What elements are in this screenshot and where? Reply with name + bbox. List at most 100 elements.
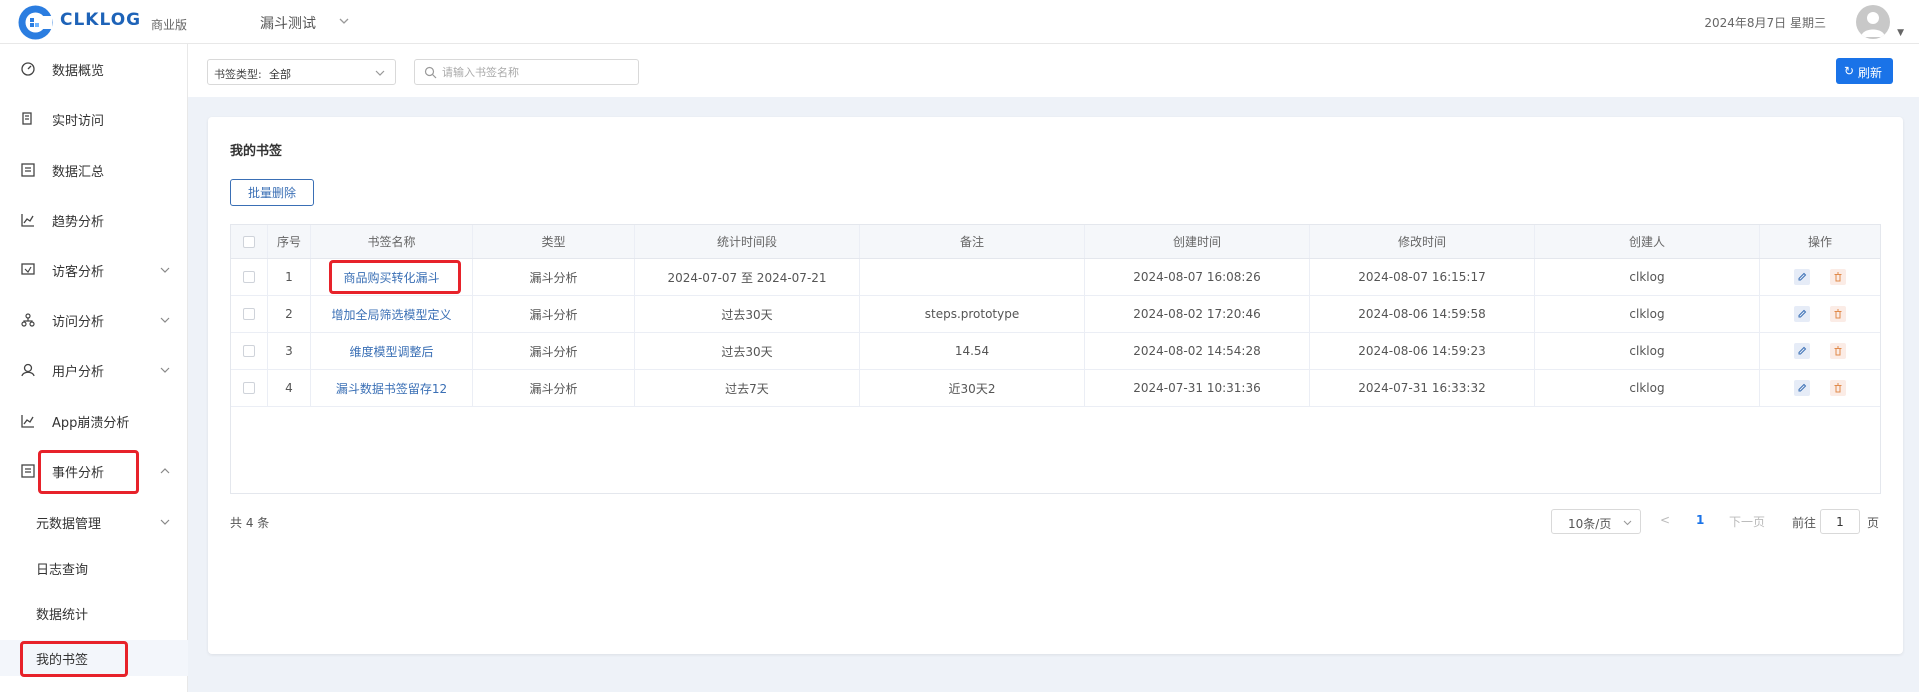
row-checkbox[interactable] <box>243 382 255 394</box>
delete-icon[interactable] <box>1830 269 1846 285</box>
next-page-button[interactable]: 下一页 <box>1729 513 1765 530</box>
event-icon <box>21 464 35 478</box>
trend-icon <box>21 214 34 227</box>
sidebar-item-label: 用户分析 <box>52 365 105 380</box>
delete-icon[interactable] <box>1830 380 1846 396</box>
refresh-icon: ↻ <box>1844 64 1855 78</box>
goto-page-input[interactable] <box>1820 509 1860 534</box>
row-checkbox[interactable] <box>243 308 255 320</box>
edit-icon[interactable] <box>1794 306 1810 322</box>
created-at: 2024-08-02 14:54:28 <box>1085 333 1310 369</box>
crash-icon <box>21 415 34 428</box>
edit-icon[interactable] <box>1794 343 1810 359</box>
edit-icon[interactable] <box>1794 269 1810 285</box>
avatar-caret-icon[interactable]: ▼ <box>1897 28 1904 38</box>
col-header: 修改时间 <box>1310 225 1535 258</box>
user-avatar-icon <box>1861 12 1885 37</box>
remark: 近30天2 <box>860 370 1085 406</box>
batch-delete-button[interactable]: 批量删除 <box>230 179 314 206</box>
clklog-logo-icon <box>18 5 53 40</box>
remark: steps.prototype <box>860 296 1085 332</box>
select-all-checkbox[interactable] <box>243 235 255 248</box>
row-actions <box>1760 296 1880 332</box>
sidebar-item-user[interactable]: 用户分析 <box>0 350 188 390</box>
sidebar-sub-item-label: 我的书签 <box>36 653 89 668</box>
bookmark-type-select[interactable]: 书签类型: 全部 <box>207 59 396 85</box>
creator: clklog <box>1535 259 1760 295</box>
row-select-cell <box>231 333 268 369</box>
project-selector[interactable]: 漏斗测试 <box>260 13 316 33</box>
chevron-down-icon[interactable] <box>338 16 350 26</box>
table-row: 4 漏斗数据书签留存12 漏斗分析 过去7天 近30天2 2024-07-31 … <box>231 370 1880 407</box>
col-header: 序号 <box>268 225 311 258</box>
time-range: 2024-07-07 至 2024-07-21 <box>635 259 860 295</box>
chevron-down-icon <box>160 317 170 323</box>
chevron-down-icon <box>160 519 170 525</box>
bookmark-search[interactable] <box>414 59 639 85</box>
sidebar-item-app-crash[interactable]: App崩溃分析 <box>0 401 188 441</box>
total-count: 共 4 条 <box>230 516 270 530</box>
goto-label: 前往 <box>1792 516 1817 530</box>
row-actions <box>1760 259 1880 295</box>
refresh-label: 刷新 <box>1858 66 1883 80</box>
table-header: 序号 书签名称 类型 统计时间段 备注 创建时间 修改时间 创建人 操作 <box>231 225 1880 259</box>
bookmark-name-link[interactable]: 漏斗数据书签留存12 <box>311 370 473 406</box>
time-range: 过去7天 <box>635 370 860 406</box>
creator: clklog <box>1535 296 1760 332</box>
dashboard-icon <box>21 62 35 76</box>
row-checkbox[interactable] <box>243 345 255 357</box>
current-date: 2024年8月7日 星期三 <box>1704 16 1826 30</box>
sidebar-item-trend[interactable]: 趋势分析 <box>0 200 188 240</box>
chevron-down-icon <box>160 367 170 373</box>
bookmark-name-link[interactable]: 商品购买转化漏斗 <box>311 259 473 295</box>
page-size-select[interactable]: 10条/页 <box>1551 509 1641 534</box>
delete-icon[interactable] <box>1830 306 1846 322</box>
bookmark-name-link[interactable]: 增加全局筛选模型定义 <box>311 296 473 332</box>
visit-icon <box>21 313 35 327</box>
row-checkbox[interactable] <box>243 271 255 283</box>
prev-page-button[interactable]: < <box>1660 513 1670 527</box>
sidebar-sub-item-label: 数据统计 <box>36 608 89 623</box>
col-header: 类型 <box>473 225 635 258</box>
sidebar-sub-item-my-bookmarks[interactable]: 我的书签 <box>0 640 188 676</box>
edit-icon[interactable] <box>1794 380 1810 396</box>
refresh-button[interactable]: ↻ 刷新 <box>1836 58 1893 84</box>
chevron-down-icon <box>160 267 170 273</box>
modified-at: 2024-08-06 14:59:23 <box>1310 333 1535 369</box>
sidebar-item-visit[interactable]: 访问分析 <box>0 300 188 340</box>
sidebar-item-label: 趋势分析 <box>52 215 105 230</box>
sidebar-item-event[interactable]: 事件分析 <box>0 451 188 491</box>
sidebar-item-visitor[interactable]: 访客分析 <box>0 250 188 290</box>
col-header: 统计时间段 <box>635 225 860 258</box>
page-number-current[interactable]: 1 <box>1696 513 1704 527</box>
table-row: 2 增加全局筛选模型定义 漏斗分析 过去30天 steps.prototype … <box>231 296 1880 333</box>
search-input[interactable] <box>442 63 632 81</box>
bookmark-card: 我的书签 批量删除 序号 书签名称 类型 统计时间段 备注 创建时间 修改时间 … <box>208 117 1903 654</box>
sidebar-item-summary[interactable]: 数据汇总 <box>0 150 188 190</box>
sidebar-item-label: 数据概览 <box>52 64 105 79</box>
col-header: 操作 <box>1807 235 1832 249</box>
sidebar-sub-item-label: 元数据管理 <box>36 517 102 532</box>
avatar[interactable] <box>1856 5 1890 39</box>
sidebar-item-realtime[interactable]: 实时访问 <box>0 99 188 139</box>
bookmark-type: 漏斗分析 <box>473 296 635 332</box>
sidebar-item-label: 访客分析 <box>52 265 105 280</box>
remark: 14.54 <box>860 333 1085 369</box>
row-actions <box>1760 370 1880 406</box>
sidebar-sub-item-data-stats[interactable]: 数据统计 <box>0 595 188 631</box>
row-index: 4 <box>268 370 311 406</box>
sidebar-sub-item-log-query[interactable]: 日志查询 <box>0 550 188 586</box>
bookmark-name-link[interactable]: 维度模型调整后 <box>311 333 473 369</box>
sidebar-sub-item-metadata[interactable]: 元数据管理 <box>0 504 188 540</box>
chevron-down-icon <box>1623 520 1632 526</box>
row-select-cell <box>231 296 268 332</box>
page-size-value: 10条/页 <box>1568 517 1612 531</box>
sidebar-item-label: 数据汇总 <box>52 165 105 180</box>
delete-icon[interactable] <box>1830 343 1846 359</box>
bookmark-type: 漏斗分析 <box>473 370 635 406</box>
chevron-down-icon <box>375 70 385 76</box>
time-range: 过去30天 <box>635 333 860 369</box>
sidebar-item-dashboard[interactable]: 数据概览 <box>0 49 188 89</box>
col-header: 备注 <box>860 225 1085 258</box>
search-icon <box>424 66 437 79</box>
